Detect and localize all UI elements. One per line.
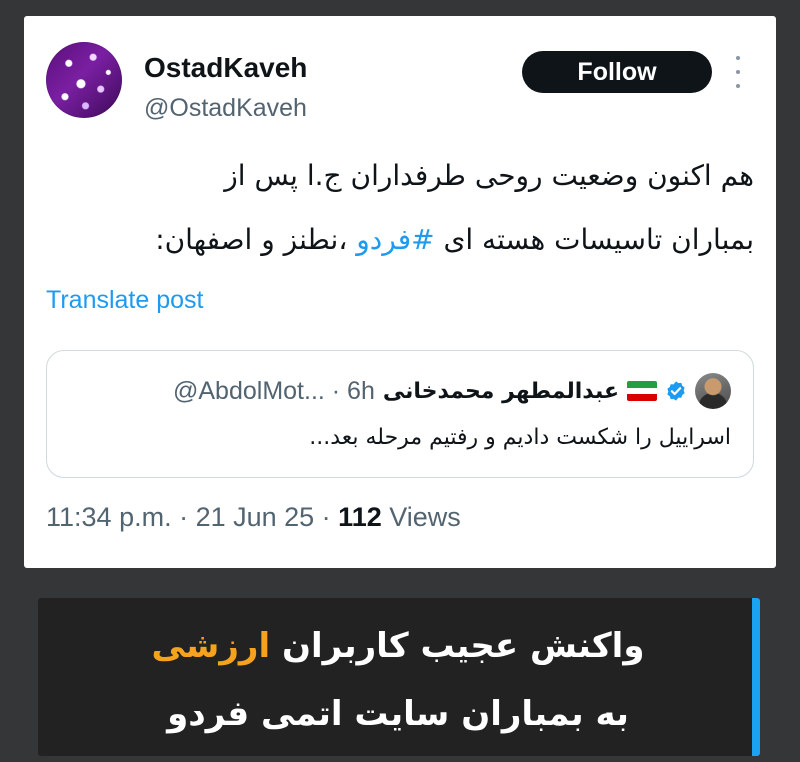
author-display-name[interactable]: OstadKaveh (144, 52, 307, 84)
quoted-tweet-header: @AbdolMot... · 6h عبدالمطهر محمدخانی (173, 373, 731, 409)
translate-post-link[interactable]: Translate post (46, 286, 203, 315)
views-count: 112 (338, 502, 382, 532)
banner-line-2: به بمباران سایت اتمی فردو (167, 694, 629, 734)
author-avatar[interactable] (46, 42, 122, 118)
tweet-text-segment: بمباران تاسیسات هسته ای (434, 223, 754, 256)
quoted-author-avatar (695, 373, 731, 409)
banner-accent-bar (752, 598, 760, 756)
tweet-text: هم اکنون وضعیت روحی طرفداران ج.ا پس از ب… (54, 144, 754, 272)
caption-banner: واکنش عجیب کاربران ارزشی به بمباران سایت… (38, 598, 758, 756)
hashtag-link[interactable]: #فردو (356, 223, 434, 256)
tweet-meta: 11:34 p.m. · 21 Jun 25 · 112 Views (46, 502, 461, 533)
banner-line-1: واکنش عجیب کاربران ارزشی (38, 626, 758, 666)
tweet-text-line-1: هم اکنون وضعیت روحی طرفداران ج.ا پس از (224, 159, 754, 192)
more-vertical-icon[interactable] (731, 56, 745, 88)
views-label: Views (381, 502, 461, 532)
screenshot-frame: OstadKaveh @OstadKaveh Follow هم اکنون و… (0, 0, 800, 762)
quoted-tweet-text: اسراییل را شکست دادیم و رفتیم مرحله بعد.… (309, 425, 731, 450)
author-handle[interactable]: @OstadKaveh (144, 94, 307, 123)
quoted-tweet[interactable]: @AbdolMot... · 6h عبدالمطهر محمدخانی اسر… (46, 350, 754, 478)
verified-badge-icon (667, 381, 685, 401)
quoted-handle-time: @AbdolMot... · 6h (173, 376, 375, 405)
quoted-author-name: عبدالمطهر محمدخانی (382, 378, 619, 404)
banner-highlight: ارزشی (151, 626, 271, 666)
banner-text: واکنش عجیب کاربران (270, 626, 645, 666)
follow-button[interactable]: Follow (522, 51, 712, 93)
tweet-text-segment: ،نطنز و اصفهان: (155, 223, 357, 256)
iran-flag-icon (627, 381, 657, 401)
tweet-text-line-2: بمباران تاسیسات هسته ای #فردو ،نطنز و اص… (54, 208, 754, 272)
tweet-card: OstadKaveh @OstadKaveh Follow هم اکنون و… (24, 16, 776, 568)
tweet-timestamp[interactable]: 11:34 p.m. · 21 Jun 25 · (46, 502, 338, 532)
